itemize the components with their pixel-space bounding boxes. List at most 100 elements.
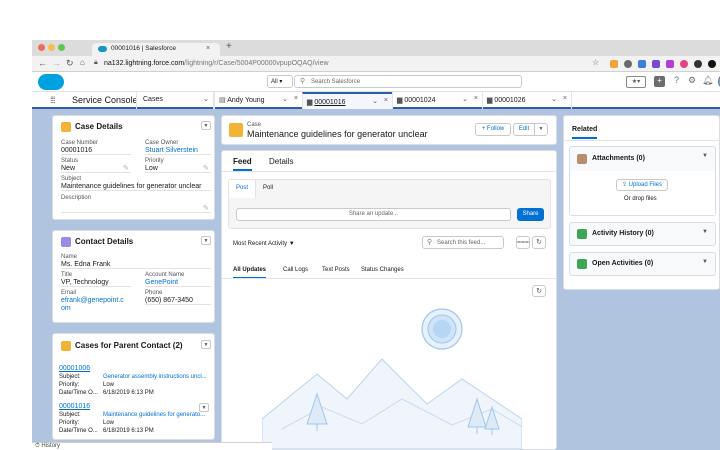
- lock-icon: 🔒︎: [94, 59, 98, 66]
- edit-pencil-icon[interactable]: ✎: [203, 164, 209, 172]
- notifications-bell-icon[interactable]: 🔔︎: [702, 75, 713, 86]
- follow-button[interactable]: + Follow: [475, 123, 511, 136]
- subject-value: Maintenance guidelines for generator unc…: [61, 183, 211, 191]
- reload-icon[interactable]: ↻: [66, 58, 74, 69]
- forward-icon[interactable]: →: [52, 58, 61, 68]
- filter-call-logs[interactable]: Call Logs: [283, 267, 308, 273]
- filter-icon[interactable]: ⩶: [516, 236, 530, 249]
- more-actions-button[interactable]: ▼: [534, 123, 548, 136]
- chevron-down-icon[interactable]: ⌄: [372, 97, 378, 105]
- extension-icon[interactable]: [610, 60, 618, 68]
- share-update-placeholder: Share an update...: [348, 211, 399, 217]
- extension-icon[interactable]: [652, 60, 660, 68]
- case-number-link[interactable]: 00001006: [59, 365, 90, 372]
- field-label: Priority:: [59, 382, 80, 388]
- workspace-tab-label: 00001024: [404, 97, 436, 104]
- file-drop-zone[interactable]: ⇪ Upload Files Or drop files: [570, 171, 715, 215]
- url-host: na132.lightning.force.com: [104, 60, 185, 67]
- case-number-link[interactable]: 00001016: [59, 403, 90, 410]
- close-icon[interactable]: ×: [474, 95, 478, 102]
- card-menu-button[interactable]: ▼: [201, 340, 211, 349]
- sort-select[interactable]: Most Recent Activity ▼: [233, 241, 295, 247]
- workspace-tab-00001026[interactable]: ▆ 00001026 ⌄ ×: [482, 92, 572, 109]
- minimize-window-icon[interactable]: [48, 44, 55, 51]
- field-label: Subject: [61, 176, 82, 182]
- history-utility[interactable]: ⏱ History: [35, 443, 60, 450]
- search-scope-select[interactable]: All ▾: [267, 75, 293, 88]
- tab-related[interactable]: Related: [572, 126, 598, 139]
- refresh-feed-icon[interactable]: ↻: [532, 285, 546, 297]
- open-activities-icon: [577, 259, 587, 269]
- workspace-tab-andy-young[interactable]: ▤ Andy Young ⌄ ×: [214, 92, 302, 109]
- contact-icon: ▤: [219, 97, 226, 104]
- app-launcher-icon[interactable]: ⁞⁞⁞: [50, 95, 55, 105]
- close-icon[interactable]: ×: [563, 95, 567, 102]
- navigation-menu-select[interactable]: Cases ⌄: [136, 92, 214, 109]
- filter-text-posts[interactable]: Text Posts: [322, 267, 350, 273]
- publisher: Post Poll Share an update... Share: [228, 179, 551, 229]
- home-icon[interactable]: ⌂: [80, 58, 85, 67]
- extension-icon[interactable]: [638, 60, 646, 68]
- contact-title-value: VP, Technology: [61, 279, 131, 287]
- card-menu-icon[interactable]: ▼: [702, 259, 708, 265]
- tab-feed[interactable]: Feed: [233, 157, 252, 171]
- close-window-icon[interactable]: [38, 44, 45, 51]
- global-actions-icon[interactable]: +: [654, 76, 665, 87]
- workspace-tab-00001016[interactable]: ▆ 00001016 ⌄ ×: [302, 92, 392, 109]
- close-icon[interactable]: ×: [384, 97, 388, 104]
- card-menu-button[interactable]: ▼: [201, 121, 211, 130]
- extension-icon[interactable]: [680, 60, 688, 68]
- extension-icon[interactable]: [666, 60, 674, 68]
- close-icon[interactable]: ×: [294, 95, 298, 102]
- extension-icon[interactable]: [624, 60, 632, 68]
- feed-search-input[interactable]: ⚲ Search this feed...: [422, 236, 504, 249]
- email-link[interactable]: efrank@genepoint.c: [61, 297, 124, 304]
- attachments-title: Attachments (0): [592, 155, 645, 162]
- attachments-card: Attachments (0) ▼ ⇪ Upload Files Or drop…: [569, 146, 716, 216]
- extension-icon[interactable]: [708, 60, 716, 68]
- tab-details[interactable]: Details: [269, 157, 293, 166]
- global-search-input[interactable]: ⚲ Search Salesforce: [294, 75, 522, 88]
- chevron-down-icon[interactable]: ⌄: [551, 95, 557, 103]
- phone-value[interactable]: (650) 867-3450: [145, 297, 211, 305]
- zoom-window-icon[interactable]: [58, 44, 65, 51]
- edit-pencil-icon[interactable]: ✎: [203, 204, 209, 212]
- filter-status-changes[interactable]: Status Changes: [361, 267, 404, 273]
- row-menu-button[interactable]: ▼: [199, 403, 209, 412]
- address-bar[interactable]: 🔒︎ na132.lightning.force.com/lightning/r…: [92, 58, 572, 70]
- close-tab-icon[interactable]: ×: [206, 45, 210, 52]
- account-link[interactable]: GenePoint: [145, 279, 211, 287]
- search-scope-label: All: [271, 79, 278, 85]
- workspace-tab-00001024[interactable]: ▆ 00001024 ⌄ ×: [392, 92, 482, 109]
- setup-gear-icon[interactable]: ⚙: [688, 75, 696, 86]
- extension-icon[interactable]: [694, 60, 702, 68]
- share-button[interactable]: Share: [517, 208, 544, 221]
- new-tab-button[interactable]: +: [226, 41, 232, 52]
- help-icon[interactable]: ?: [674, 75, 679, 85]
- browser-tab[interactable]: 00001016 | Salesforce ×: [92, 43, 220, 56]
- edit-pencil-icon[interactable]: ✎: [123, 164, 129, 172]
- chevron-down-icon[interactable]: ⌄: [282, 95, 288, 103]
- card-menu-button[interactable]: ▼: [201, 236, 211, 245]
- related-panel: Related Attachments (0) ▼ ⇪ Upload Files…: [563, 115, 720, 290]
- edit-label: Edit: [518, 126, 530, 132]
- chevron-down-icon[interactable]: ⌄: [462, 95, 468, 103]
- share-update-input[interactable]: Share an update...: [236, 208, 511, 221]
- case-owner-link[interactable]: Stuart Silverstein: [145, 147, 211, 155]
- clock-icon: ⏱: [35, 443, 40, 449]
- edit-button[interactable]: Edit: [513, 123, 535, 136]
- email-link-continued[interactable]: om: [61, 305, 71, 312]
- card-menu-icon[interactable]: ▼: [702, 229, 708, 235]
- card-menu-icon[interactable]: ▼: [702, 153, 708, 159]
- status-value: New: [61, 165, 131, 173]
- open-activities-card: Open Activities (0) ▼: [569, 252, 716, 276]
- refresh-icon[interactable]: ↻: [532, 236, 546, 249]
- favorites-star-icon[interactable]: ★▾: [626, 76, 646, 88]
- tab-poll[interactable]: Poll: [263, 185, 273, 191]
- share-button-label: Share: [522, 211, 539, 217]
- tab-post[interactable]: Post: [229, 180, 256, 198]
- bookmark-star-icon[interactable]: ☆: [592, 58, 599, 67]
- upload-files-button[interactable]: ⇪ Upload Files: [616, 179, 668, 191]
- upload-files-label: Upload Files: [628, 182, 663, 188]
- back-icon[interactable]: ←: [38, 58, 47, 68]
